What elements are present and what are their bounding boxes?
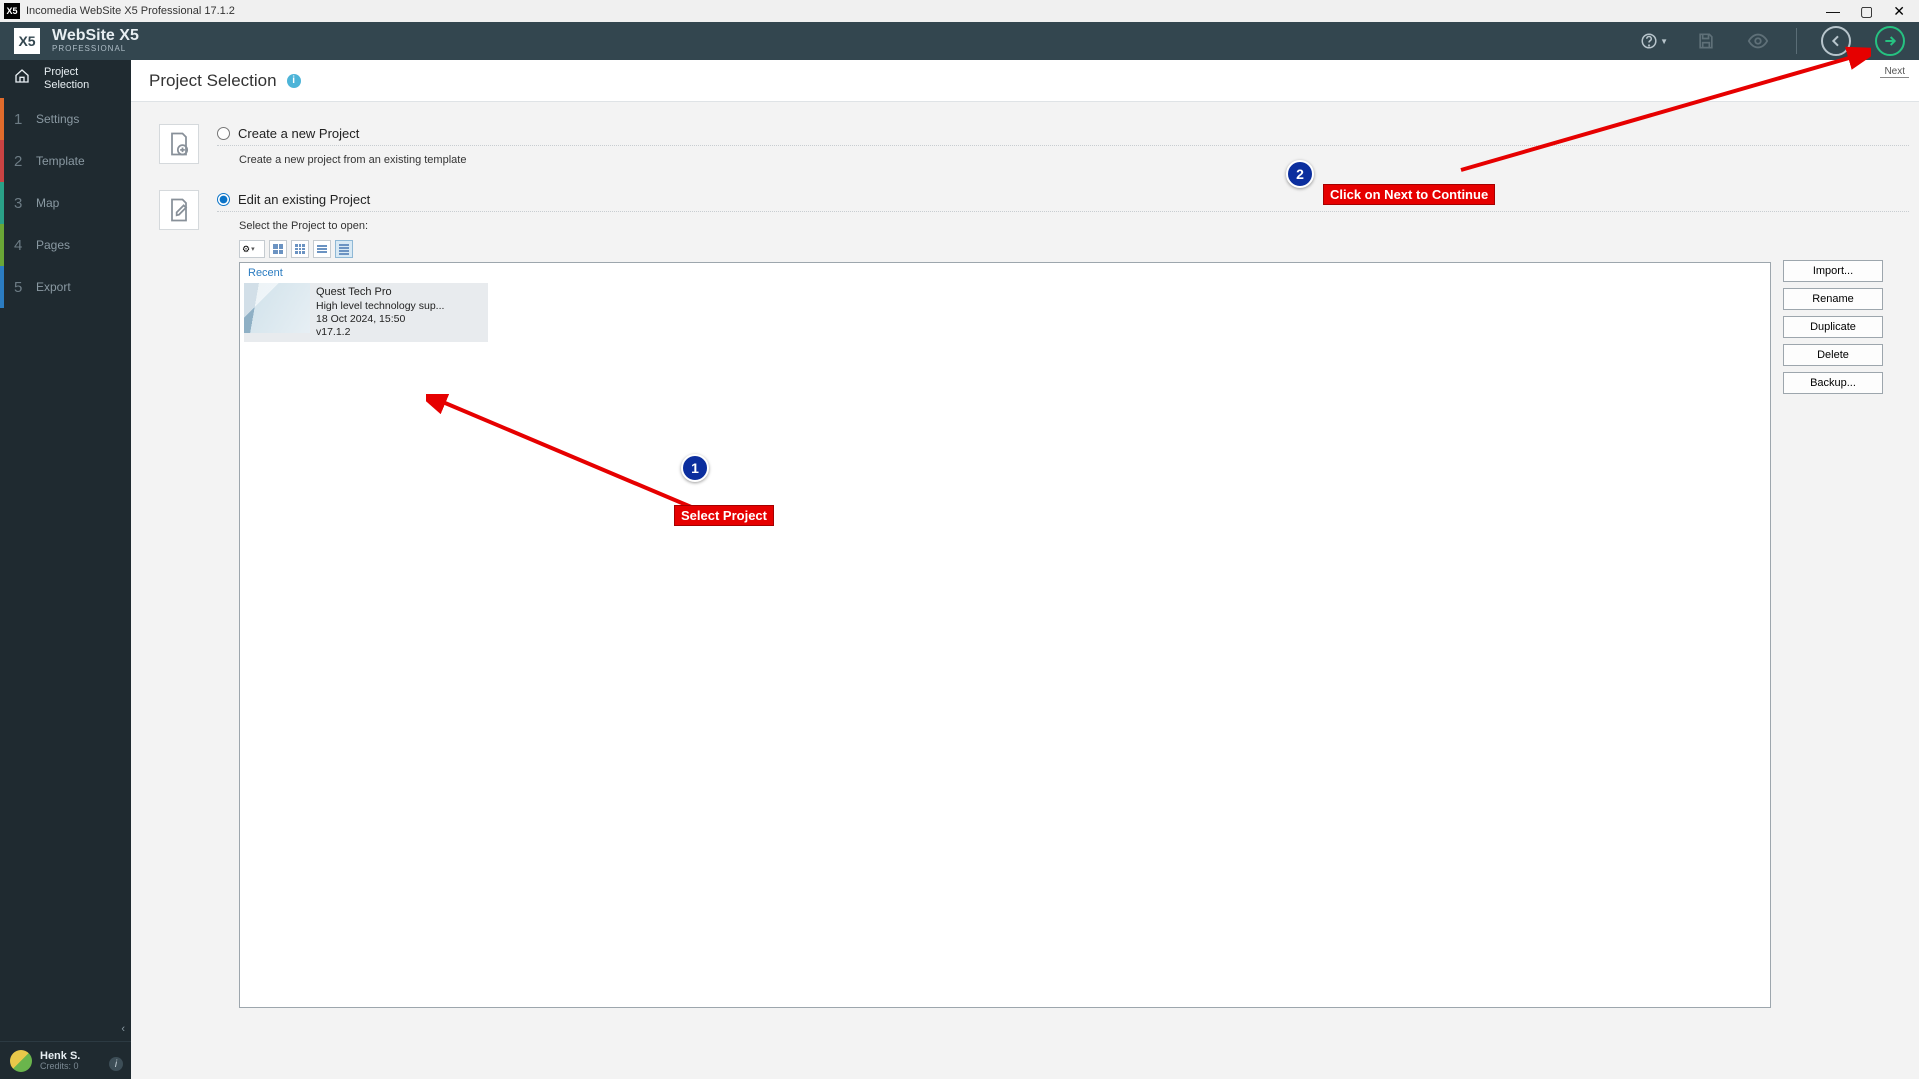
project-actions: Import... Rename Duplicate Delete Backup… xyxy=(1783,260,1883,1008)
minimize-button[interactable]: — xyxy=(1826,3,1840,20)
brand-edition: PROFESSIONAL xyxy=(52,45,139,53)
option-edit-existing: Edit an existing Project Select the Proj… xyxy=(159,190,1909,1008)
select-project-label: Select the Project to open: xyxy=(239,220,1909,232)
radio-edit-existing-input[interactable] xyxy=(217,193,230,206)
annotation-badge-1: 1 xyxy=(681,454,709,482)
sidebar-collapse-icon[interactable]: ‹ xyxy=(121,1023,125,1035)
window-title: Incomedia WebSite X5 Professional 17.1.2 xyxy=(26,5,1826,17)
step-number: 5 xyxy=(14,279,22,296)
import-button[interactable]: Import... xyxy=(1783,260,1883,282)
create-from-template-link[interactable]: Create a new project from an existing te… xyxy=(239,154,1909,166)
sidebar-item-label: Settings xyxy=(36,112,79,126)
step-number: 3 xyxy=(14,195,22,212)
page-header: Project Selection i xyxy=(131,60,1919,102)
project-version: v17.1.2 xyxy=(316,326,444,339)
app-icon: X5 xyxy=(4,3,20,19)
next-button[interactable] xyxy=(1875,26,1905,56)
radio-label: Create a new Project xyxy=(238,126,359,141)
annotation-badge-2: 2 xyxy=(1286,160,1314,188)
view-small-icons[interactable] xyxy=(291,240,309,258)
sidebar-item-template[interactable]: 2 Template xyxy=(0,140,131,182)
project-card[interactable]: Quest Tech Pro High level technology sup… xyxy=(244,283,488,342)
radio-create-new[interactable]: Create a new Project xyxy=(217,126,1909,141)
rename-button[interactable]: Rename xyxy=(1783,288,1883,310)
preview-icon[interactable] xyxy=(1744,27,1772,55)
sidebar-item-map[interactable]: 3 Map xyxy=(0,182,131,224)
sidebar-item-label: Map xyxy=(36,196,59,210)
sidebar-item-project-selection[interactable]: Project Selection xyxy=(0,60,131,98)
view-list[interactable] xyxy=(313,240,331,258)
edit-project-icon xyxy=(159,190,199,230)
new-project-icon xyxy=(159,124,199,164)
sidebar-item-label: Pages xyxy=(36,238,70,252)
duplicate-button[interactable]: Duplicate xyxy=(1783,316,1883,338)
brand-title: WebSite X5 PROFESSIONAL xyxy=(52,28,139,53)
avatar xyxy=(10,1050,32,1072)
close-button[interactable]: ✕ xyxy=(1893,3,1905,20)
app-header: X5 WebSite X5 PROFESSIONAL ▼ xyxy=(0,22,1919,60)
project-name: Quest Tech Pro xyxy=(316,286,444,300)
annotation-label-2: Click on Next to Continue xyxy=(1323,184,1495,205)
view-large-icons[interactable] xyxy=(269,240,287,258)
delete-button[interactable]: Delete xyxy=(1783,344,1883,366)
user-name: Henk S. xyxy=(40,1050,80,1062)
back-button[interactable] xyxy=(1821,26,1851,56)
content-area: Next Project Selection i Create a new Pr… xyxy=(131,60,1919,1079)
info-icon[interactable]: i xyxy=(109,1057,123,1071)
step-number: 2 xyxy=(14,153,22,170)
option-create-new: Create a new Project Create a new projec… xyxy=(159,124,1909,166)
brand-name: WebSite X5 xyxy=(52,28,139,45)
project-list[interactable]: Recent Quest Tech Pro High level technol… xyxy=(239,262,1771,1008)
radio-label: Edit an existing Project xyxy=(238,192,370,207)
sidebar-item-settings[interactable]: 1 Settings xyxy=(0,98,131,140)
sort-dropdown[interactable]: ⚙▾ xyxy=(239,240,265,258)
save-icon[interactable] xyxy=(1692,27,1720,55)
group-recent: Recent xyxy=(240,263,1770,281)
project-date: 18 Oct 2024, 15:50 xyxy=(316,313,444,326)
sidebar-item-export[interactable]: 5 Export xyxy=(0,266,131,308)
user-credits: Credits: 0 xyxy=(40,1062,80,1072)
sidebar-item-label: Template xyxy=(36,154,85,168)
brand-logo: X5 xyxy=(14,28,40,54)
step-number: 1 xyxy=(14,111,22,128)
sidebar-item-pages[interactable]: 4 Pages xyxy=(0,224,131,266)
sidebar-item-label: Export xyxy=(36,280,71,294)
header-divider xyxy=(1796,28,1797,54)
window-titlebar: X5 Incomedia WebSite X5 Professional 17.… xyxy=(0,0,1919,22)
maximize-button[interactable]: ▢ xyxy=(1860,3,1873,20)
radio-create-new-input[interactable] xyxy=(217,127,230,140)
home-icon xyxy=(14,68,30,87)
page-title: Project Selection xyxy=(149,71,277,91)
user-panel[interactable]: Henk S. Credits: 0 i xyxy=(0,1041,131,1079)
view-toolbar: ⚙▾ xyxy=(239,240,1771,258)
project-thumbnail xyxy=(244,283,310,333)
sidebar-item-label: Project Selection xyxy=(44,66,89,92)
step-number: 4 xyxy=(14,237,22,254)
help-dropdown[interactable]: ▼ xyxy=(1640,27,1668,55)
backup-button[interactable]: Backup... xyxy=(1783,372,1883,394)
step-sidebar: Project Selection 1 Settings 2 Template … xyxy=(0,60,131,1079)
project-desc: High level technology sup... xyxy=(316,300,444,313)
view-details[interactable] xyxy=(335,240,353,258)
annotation-label-1: Select Project xyxy=(674,505,774,526)
info-icon[interactable]: i xyxy=(287,74,301,88)
radio-edit-existing[interactable]: Edit an existing Project xyxy=(217,192,1909,207)
next-label: Next xyxy=(1880,60,1909,78)
